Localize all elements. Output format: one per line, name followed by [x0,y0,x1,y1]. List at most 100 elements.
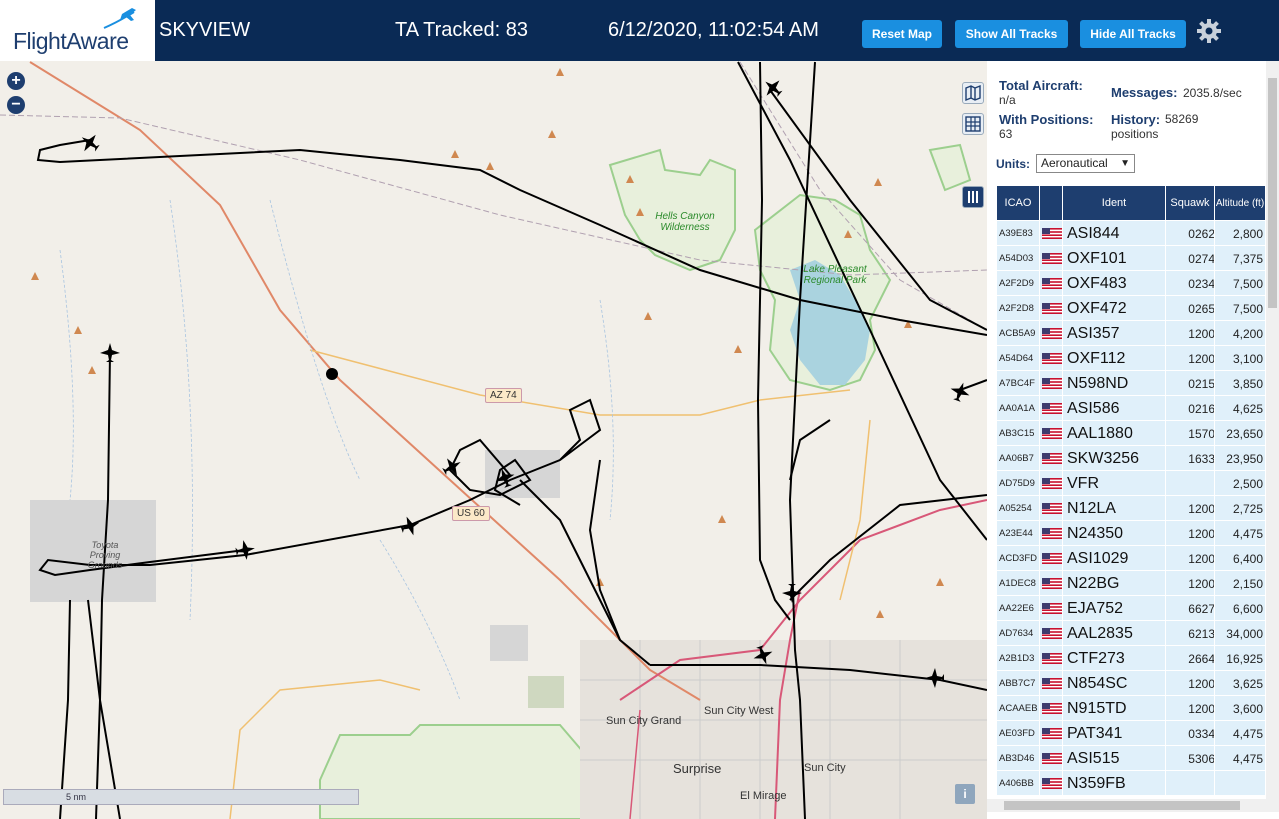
table-row[interactable]: A406BB N359FB [997,771,1265,796]
row-ident: CTF273 [1067,649,1125,667]
row-squawk: 6213 [1188,626,1215,641]
row-altitude: 3,625 [1232,676,1263,691]
reset-map-button[interactable]: Reset Map [862,20,942,48]
table-row[interactable]: ACB5A9 ASI357 1200 4,200 [997,321,1265,346]
table-row[interactable]: AA0A1A ASI586 0216 4,625 [997,396,1265,421]
row-squawk: 0265 [1188,301,1215,316]
us-flag-icon [1042,353,1062,364]
column-divider [1062,721,1063,746]
column-divider [1062,546,1063,571]
map-layers-button[interactable] [962,82,984,104]
us-flag-icon [1042,328,1062,339]
col-flag[interactable] [1040,186,1062,220]
column-divider [1062,446,1063,471]
row-altitude: 3,600 [1232,701,1263,716]
column-divider [1214,596,1215,621]
table-row[interactable]: A05254 N12LA 1200 2,725 [997,496,1265,521]
row-squawk: 1200 [1188,676,1215,691]
column-divider [1165,646,1166,671]
row-ident: N359FB [1067,774,1126,792]
gear-icon[interactable] [1196,18,1222,44]
table-row[interactable]: A23E44 N24350 1200 4,475 [997,521,1265,546]
table-row[interactable]: A2B1D3 CTF273 2664 16,925 [997,646,1265,671]
row-altitude: 34,000 [1226,626,1263,641]
row-icao: AA0A1A [999,403,1035,414]
row-squawk: 1570 [1188,426,1215,441]
table-row[interactable]: ACAAEB N915TD 1200 3,600 [997,696,1265,721]
row-icao: A54D64 [999,353,1034,364]
column-divider [1214,696,1215,721]
scale-bar [3,789,359,805]
label-sun-city-west: Sun City West [704,705,774,717]
column-divider [1214,521,1215,546]
column-divider [1039,521,1040,546]
table-row[interactable]: AA22E6 EJA752 6627 6,600 [997,596,1265,621]
row-altitude: 7,375 [1232,251,1263,266]
column-divider [1214,746,1215,771]
map-view[interactable]: Hells Canyon Wilderness Lake Pleasant Re… [0,61,987,819]
col-squawk[interactable]: Squawk [1166,186,1214,220]
table-row[interactable]: A7BC4F N598ND 0215 3,850 [997,371,1265,396]
app-name: SKYVIEW [159,19,251,41]
column-divider [1039,696,1040,721]
column-divider [1039,371,1040,396]
columns-toggle-button[interactable] [962,186,984,208]
label-el-mirage: El Mirage [740,790,787,802]
col-altitude[interactable]: Altitude (ft) [1215,186,1265,220]
clock-datetime: 6/12/2020, 11:02:54 AM [608,19,819,41]
row-icao: AE03FD [999,728,1035,739]
row-altitude: 4,475 [1232,726,1263,741]
row-ident: N598ND [1067,374,1129,392]
row-squawk: 1200 [1188,526,1215,541]
info-button[interactable]: i [955,784,975,804]
horizontal-scrollbar-thumb[interactable] [1004,801,1240,810]
map-canvas[interactable] [0,61,987,819]
table-row[interactable]: ACD3FD ASI1029 1200 6,400 [997,546,1265,571]
logo-text: FlightAware [13,28,129,54]
column-divider [1165,596,1166,621]
us-flag-icon [1042,628,1062,639]
us-flag-icon [1042,503,1062,514]
table-row[interactable]: AA06B7 SKW3256 1633 23,950 [997,446,1265,471]
row-icao: ACB5A9 [999,328,1036,339]
column-divider [1039,546,1040,571]
table-row[interactable]: AD7634 AAL2835 6213 34,000 [997,621,1265,646]
us-flag-icon [1042,703,1062,714]
row-altitude: 2,500 [1232,476,1263,491]
scale-label: 5 nm [66,792,87,802]
table-row[interactable]: A2F2D9 OXF483 0234 7,500 [997,271,1265,296]
row-squawk: 1200 [1188,326,1215,341]
table-row[interactable]: A2F2D8 OXF472 0265 7,500 [997,296,1265,321]
table-row[interactable]: A54D03 OXF101 0274 7,375 [997,246,1265,271]
show-all-tracks-button[interactable]: Show All Tracks [955,20,1068,48]
row-icao: AB3D46 [999,753,1035,764]
row-icao: A1DEC8 [999,578,1036,589]
column-divider [1165,246,1166,271]
us-flag-icon [1042,403,1062,414]
row-icao: ACAAEB [999,703,1038,714]
zoom-out-button[interactable]: − [7,96,25,114]
label-lake-pleasant: Lake Pleasant Regional Park [803,264,867,286]
vertical-scrollbar-thumb[interactable] [1268,78,1277,308]
table-row[interactable]: ABB7C7 N854SC 1200 3,625 [997,671,1265,696]
table-row[interactable]: AE03FD PAT341 0334 4,475 [997,721,1265,746]
zoom-in-button[interactable]: + [7,72,25,90]
col-ident[interactable]: Ident [1063,186,1165,220]
table-row[interactable]: AB3C15 AAL1880 1570 23,650 [997,421,1265,446]
table-row[interactable]: A54D64 OXF112 1200 3,100 [997,346,1265,371]
hide-all-tracks-button[interactable]: Hide All Tracks [1080,20,1186,48]
col-icao[interactable]: ICAO [997,186,1039,220]
units-selected-value: Aeronautical [1041,156,1108,170]
column-divider [1165,471,1166,496]
flightaware-logo[interactable]: FlightAware [0,0,155,61]
column-divider [1165,496,1166,521]
label-hells-canyon: Hells Canyon Wilderness [655,211,715,233]
units-select[interactable]: Aeronautical ▼ [1036,154,1135,173]
column-divider [1039,321,1040,346]
column-divider [1214,646,1215,671]
table-row[interactable]: AB3D46 ASI515 5306 4,475 [997,746,1265,771]
grid-toggle-button[interactable] [962,113,984,135]
table-row[interactable]: A1DEC8 N22BG 1200 2,150 [997,571,1265,596]
table-row[interactable]: A39E83 ASI844 0262 2,800 [997,221,1265,246]
table-row[interactable]: AD75D9 VFR 2,500 [997,471,1265,496]
